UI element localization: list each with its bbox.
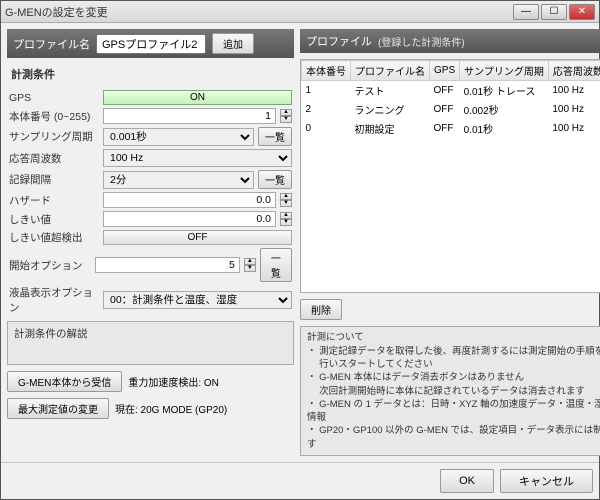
gravity-label: 重力加速度検出: ON (128, 374, 219, 389)
profile-name-header: プロファイル名 追加 (7, 29, 294, 58)
lcd-label: 液晶表示オプション (9, 285, 99, 315)
info-line: ・ GP20・GP100 以外の G-MEN では、設定項目・データ表示には制限… (307, 424, 600, 451)
unit-no-label: 本体番号 (0~255) (9, 109, 99, 124)
close-button[interactable]: ✕ (569, 4, 595, 20)
th-detect-label: しきい値超検出 (9, 230, 99, 245)
freq-label: 応答周波数 (9, 151, 99, 166)
sampling-list-button[interactable]: 一覧 (258, 127, 292, 146)
rec-interval-select[interactable]: 2分 (103, 171, 254, 189)
profile-list-label: プロファイル (306, 33, 372, 49)
profile-table-wrap: 本体番号プロファイル名GPSサンプリング周期応答周波数記録間隔 1テストOFF0… (300, 59, 600, 293)
table-header[interactable]: プロファイル名 (351, 61, 430, 81)
unit-no-spinner[interactable]: ▲▼ (280, 109, 292, 123)
table-header[interactable]: サンプリング周期 (460, 61, 549, 81)
profile-list-header: プロファイル (登録した計測条件) (300, 29, 600, 53)
maximize-button[interactable]: ☐ (541, 4, 567, 20)
content: プロファイル名 追加 計測条件 GPS ON 本体番号 (0~255) ▲▼ サ… (1, 23, 599, 462)
hazard-input[interactable] (103, 192, 276, 208)
th-detect-toggle[interactable]: OFF (103, 230, 292, 245)
explain-title: 計測条件の解説 (14, 326, 287, 341)
ok-button[interactable]: OK (440, 469, 494, 493)
left-pane: プロファイル名 追加 計測条件 GPS ON 本体番号 (0~255) ▲▼ サ… (7, 29, 294, 456)
unit-no-input[interactable] (103, 108, 276, 124)
hazard-label: ハザード (9, 193, 99, 208)
hazard-spinner[interactable]: ▲▼ (280, 193, 292, 207)
delete-button[interactable]: 削除 (300, 299, 342, 320)
add-button[interactable]: 追加 (212, 33, 254, 54)
rec-interval-label: 記録間隔 (9, 172, 99, 187)
profile-list-sub: (登録した計測条件) (378, 34, 465, 49)
titlebar: G-MENの設定を変更 — ☐ ✕ (1, 1, 599, 23)
bottom-buttons: G-MEN本体から受信 重力加速度検出: ON 最大測定値の変更 現在: 20G… (7, 371, 294, 419)
lcd-select[interactable]: 00：計測条件と温度、湿度 (103, 291, 292, 309)
profile-table: 本体番号プロファイル名GPSサンプリング周期応答周波数記録間隔 1テストOFF0… (301, 60, 600, 138)
gps-label: GPS (9, 92, 99, 104)
recv-button[interactable]: G-MEN本体から受信 (7, 371, 122, 392)
info-line: ・ 測定記録データを取得した後、再度計測するには測定開始の手順を (307, 345, 600, 358)
start-opt-spinner[interactable]: ▲▼ (244, 258, 256, 272)
profile-name-label: プロファイル名 (13, 36, 90, 52)
max-button[interactable]: 最大測定値の変更 (7, 398, 109, 419)
start-opt-list-button[interactable]: 一覧 (260, 248, 292, 282)
table-row[interactable]: 1テストOFF0.01秒 トレース100 Hz1秒 (302, 81, 600, 101)
rec-interval-list-button[interactable]: 一覧 (258, 170, 292, 189)
footer: OK キャンセル (1, 462, 599, 499)
table-header[interactable]: 本体番号 (302, 61, 351, 81)
minimize-button[interactable]: — (513, 4, 539, 20)
form-section-title: 計測条件 (7, 64, 294, 84)
sampling-label: サンプリング周期 (9, 129, 99, 144)
info-line: ・ G-MEN 本体にはデータ消去ボタンはありません (307, 371, 600, 384)
info-line: ・ G-MEN の 1 データとは：日時・XYZ 軸の加速度データ・温度・湿度・… (307, 398, 600, 425)
table-row[interactable]: 2ランニングOFF0.002秒100 Hz30秒 (302, 100, 600, 119)
explain-box: 計測条件の解説 (7, 321, 294, 365)
info-title: 計測について (307, 331, 600, 344)
gps-toggle[interactable]: ON (103, 90, 292, 105)
table-header[interactable]: GPS (430, 61, 460, 81)
table-header[interactable]: 応答周波数 (548, 61, 600, 81)
info-line: 行いスタートしてください (307, 358, 600, 371)
window: G-MENの設定を変更 — ☐ ✕ プロファイル名 追加 計測条件 GPS ON… (0, 0, 600, 500)
table-row[interactable]: 0初期設定OFF0.01秒100 Hz1秒 (302, 119, 600, 138)
right-pane: プロファイル (登録した計測条件) 本体番号プロファイル名GPSサンプリング周期… (300, 29, 600, 456)
window-title: G-MENの設定を変更 (5, 4, 513, 20)
threshold-label: しきい値 (9, 212, 99, 227)
start-opt-label: 開始オプション (9, 258, 91, 273)
threshold-input[interactable] (103, 211, 276, 227)
sampling-select[interactable]: 0.001秒 (103, 128, 254, 146)
info-box: 計測について ・ 測定記録データを取得した後、再度計測するには測定開始の手順を … (300, 326, 600, 456)
info-line: 次回計測開始時に本体に記録されているデータは消去されます (307, 385, 600, 398)
settings-form: GPS ON 本体番号 (0~255) ▲▼ サンプリング周期 0.001秒 一… (7, 90, 294, 315)
start-opt-input[interactable] (95, 257, 240, 273)
mode-label: 現在: 20G MODE (GP20) (115, 401, 227, 416)
threshold-spinner[interactable]: ▲▼ (280, 212, 292, 226)
window-controls: — ☐ ✕ (513, 4, 595, 20)
freq-select[interactable]: 100 Hz (103, 149, 292, 167)
cancel-button[interactable]: キャンセル (500, 469, 593, 493)
profile-name-input[interactable] (96, 34, 206, 54)
